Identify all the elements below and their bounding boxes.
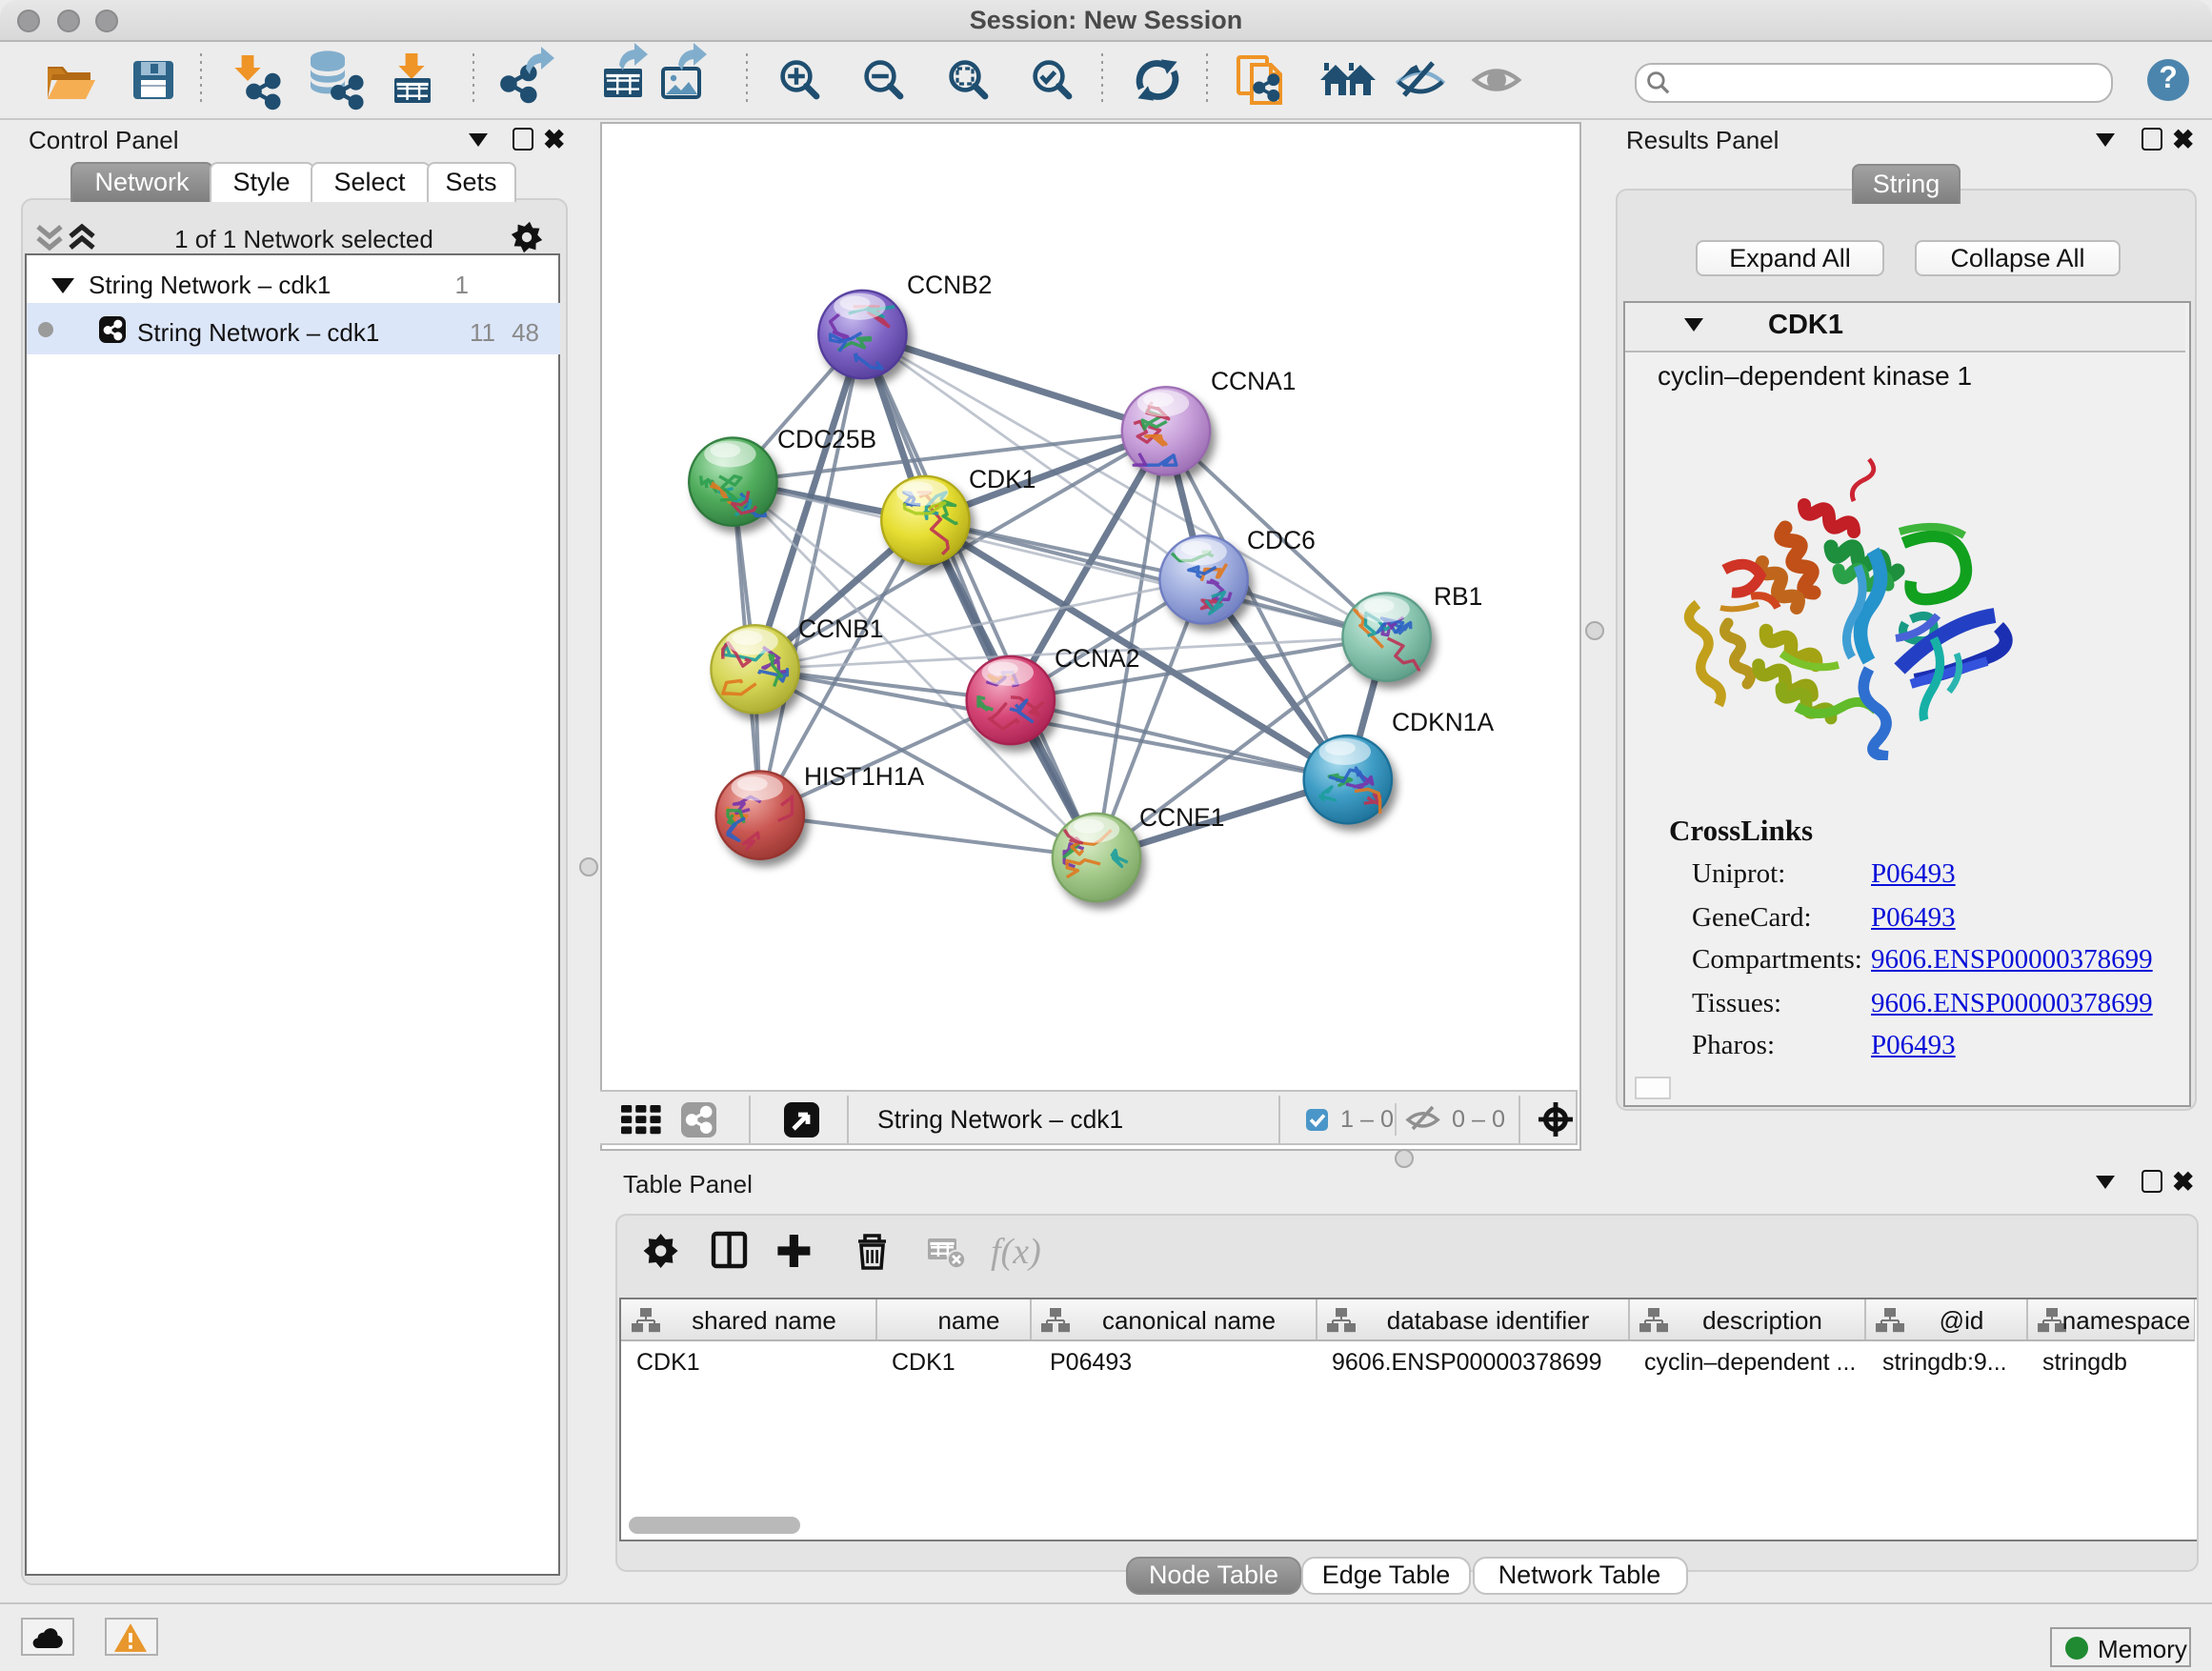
svg-text:CDK1: CDK1 — [969, 465, 1036, 493]
svg-text:shared name: shared name — [692, 1306, 836, 1335]
svg-text:CCNA2: CCNA2 — [1055, 644, 1139, 673]
svg-text:1 – 0: 1 – 0 — [1339, 1105, 1393, 1132]
svg-text:RB1: RB1 — [1434, 582, 1482, 611]
svg-text:namespace: namespace — [2062, 1306, 2190, 1335]
svg-text:description: description — [1702, 1306, 1822, 1335]
svg-text:name: name — [937, 1306, 999, 1335]
svg-text:CCNB2: CCNB2 — [907, 271, 992, 299]
svg-text:String Network – cdk1: String Network – cdk1 — [876, 1104, 1122, 1133]
svg-text:canonical name: canonical name — [1102, 1306, 1276, 1335]
svg-text:HIST1H1A: HIST1H1A — [804, 762, 925, 791]
svg-text:CCNA1: CCNA1 — [1211, 367, 1296, 395]
svg-text:CCNE1: CCNE1 — [1139, 803, 1224, 832]
svg-text:0 – 0: 0 – 0 — [1451, 1105, 1504, 1132]
svg-text:database identifier: database identifier — [1387, 1306, 1590, 1335]
svg-text:CDC6: CDC6 — [1247, 526, 1316, 554]
svg-text:CDKN1A: CDKN1A — [1392, 708, 1494, 736]
svg-text:@id: @id — [1940, 1306, 1984, 1335]
svg-text:CDC25B: CDC25B — [777, 425, 876, 453]
svg-text:CCNB1: CCNB1 — [798, 614, 883, 643]
svg-text:f(x): f(x) — [991, 1232, 1041, 1272]
